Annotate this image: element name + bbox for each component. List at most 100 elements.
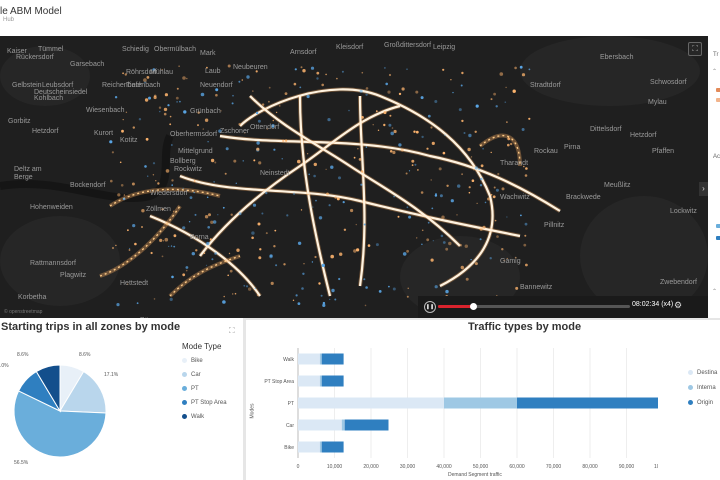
trip-particle bbox=[442, 68, 445, 71]
bar-segment-car[interactable] bbox=[298, 419, 342, 431]
place-label: Ottendorf bbox=[250, 124, 280, 131]
bar-segment-walk[interactable] bbox=[298, 353, 320, 365]
pie-label-car: 17.1% bbox=[104, 372, 119, 378]
trip-particle bbox=[254, 287, 256, 289]
place-label: Bockendorf bbox=[70, 182, 106, 189]
legend-label: Bike bbox=[191, 358, 203, 365]
trip-particle bbox=[361, 71, 364, 74]
trip-particle bbox=[202, 128, 204, 130]
bar-legend-item[interactable]: Origin bbox=[688, 400, 713, 406]
bar-segment-bike[interactable] bbox=[321, 441, 344, 453]
gear-icon[interactable]: ⚙ bbox=[674, 300, 682, 311]
trip-particle bbox=[235, 182, 237, 184]
trip-particle bbox=[150, 251, 153, 255]
bar-segment-car[interactable] bbox=[344, 419, 389, 431]
trip-particle bbox=[273, 148, 276, 151]
trip-map[interactable]: Kaiser Tümmel Rückersdorf Schiedig Obermülba… bbox=[0, 36, 708, 318]
bar-segment-pt-stop-area[interactable] bbox=[321, 375, 344, 387]
trip-particle bbox=[214, 161, 217, 164]
trip-particle bbox=[356, 248, 360, 252]
place-label: Dittelsdorf bbox=[590, 126, 622, 133]
trip-particle bbox=[301, 287, 304, 290]
trip-particle bbox=[206, 196, 209, 199]
trip-particle bbox=[168, 245, 170, 247]
trip-particle bbox=[224, 172, 227, 175]
place-label: Borna bbox=[190, 234, 209, 241]
trip-particle bbox=[389, 114, 392, 117]
y-tick-label: Car bbox=[286, 423, 294, 429]
trip-particle bbox=[479, 184, 483, 187]
bar-segment-pt[interactable] bbox=[517, 397, 658, 409]
map-canvas[interactable] bbox=[0, 36, 708, 318]
trip-particle bbox=[348, 109, 350, 112]
legend-item-pt-stop-area[interactable]: PT Stop Area bbox=[182, 400, 227, 406]
trip-particle bbox=[153, 94, 157, 98]
legend-swatch bbox=[716, 224, 720, 228]
place-label: Wachwitz bbox=[500, 194, 530, 201]
y-tick-label: Bike bbox=[284, 445, 294, 451]
trip-particle bbox=[440, 234, 444, 238]
legend-swatch bbox=[716, 98, 720, 102]
place-label: Gorbitz bbox=[8, 118, 31, 125]
trip-particle bbox=[480, 177, 483, 181]
trip-particle bbox=[171, 179, 174, 182]
trip-particle bbox=[223, 295, 225, 298]
bar-segment-car[interactable] bbox=[341, 419, 345, 431]
trip-particle bbox=[470, 259, 472, 261]
trip-particle bbox=[328, 204, 331, 207]
trip-particle bbox=[116, 303, 120, 307]
legend-item-bike[interactable]: Bike bbox=[182, 358, 203, 364]
trip-particle bbox=[123, 194, 126, 196]
trip-particle bbox=[165, 169, 170, 173]
place-label: Bannewitz bbox=[520, 284, 553, 291]
trip-particle bbox=[471, 179, 475, 182]
bar-legend-item[interactable]: Interna bbox=[688, 385, 716, 391]
trip-particle bbox=[432, 240, 434, 242]
timeline-slider[interactable] bbox=[438, 303, 630, 310]
legend-dot bbox=[182, 400, 187, 405]
legend-item-pt[interactable]: PT bbox=[182, 386, 199, 392]
trip-particle bbox=[258, 256, 262, 260]
bar-segment-bike[interactable] bbox=[298, 441, 320, 453]
trip-particle bbox=[325, 168, 327, 170]
legend-item-walk[interactable]: Walk bbox=[182, 414, 204, 420]
trip-particle bbox=[158, 106, 162, 109]
timeline-handle[interactable] bbox=[469, 303, 477, 310]
bar-segment-pt[interactable] bbox=[298, 397, 444, 409]
trip-particle bbox=[321, 83, 325, 87]
place-label: Rockwitz bbox=[174, 166, 203, 173]
trip-particle bbox=[246, 75, 250, 79]
chevron-up-icon[interactable]: ⌃ bbox=[712, 288, 717, 295]
bar-segment-walk[interactable] bbox=[321, 353, 344, 365]
bar-segment-bike[interactable] bbox=[319, 441, 322, 453]
bar-legend-item[interactable]: Destina bbox=[688, 370, 717, 376]
legend-item-car[interactable]: Car bbox=[182, 372, 201, 378]
pause-button[interactable]: ❚❚ bbox=[424, 301, 436, 313]
bar-segment-walk[interactable] bbox=[319, 353, 322, 365]
trip-particle bbox=[295, 294, 298, 297]
trip-particle bbox=[441, 215, 445, 219]
trip-particle bbox=[179, 100, 181, 103]
place-label: Zöllmen bbox=[146, 206, 171, 213]
trip-particle bbox=[171, 184, 173, 186]
playback-time: 08:02:34 (x4) bbox=[632, 301, 674, 308]
trip-particle bbox=[406, 295, 409, 298]
x-tick-label: 20,000 bbox=[363, 464, 379, 470]
trip-particle bbox=[252, 90, 254, 92]
trip-particle bbox=[398, 143, 402, 147]
bar-segment-pt-stop-area[interactable] bbox=[319, 375, 322, 387]
trip-particle bbox=[427, 114, 431, 118]
trip-particle bbox=[406, 68, 408, 70]
chevron-up-icon[interactable]: ⌃ bbox=[712, 68, 717, 75]
trip-particle bbox=[307, 193, 309, 196]
trip-particle bbox=[227, 64, 231, 68]
expand-icon[interactable]: ⛶ bbox=[229, 326, 235, 336]
fullscreen-icon[interactable]: ⛶ bbox=[688, 42, 702, 56]
bar-segment-pt[interactable] bbox=[444, 397, 517, 409]
trip-particle bbox=[257, 119, 261, 123]
trip-particle bbox=[523, 243, 527, 247]
trip-particle bbox=[336, 197, 340, 201]
chevron-right-icon[interactable]: › bbox=[699, 182, 708, 196]
bar-segment-pt-stop-area[interactable] bbox=[298, 375, 320, 387]
trip-particle bbox=[232, 94, 234, 97]
